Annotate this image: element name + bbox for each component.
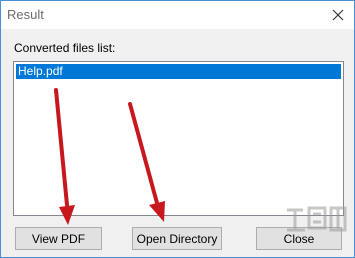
close-icon — [332, 9, 344, 21]
list-item[interactable]: Help.pdf — [16, 64, 341, 79]
close-button[interactable]: Close — [256, 227, 342, 250]
title-bar: Result — [1, 1, 354, 29]
open-directory-button[interactable]: Open Directory — [132, 227, 222, 250]
result-dialog: Result Converted files list: Help.pdf Vi… — [0, 0, 355, 258]
dialog-body: Converted files list: Help.pdf View PDF … — [1, 29, 354, 257]
converted-files-list[interactable]: Help.pdf — [13, 61, 344, 216]
view-pdf-button[interactable]: View PDF — [15, 227, 102, 250]
close-window-button[interactable] — [325, 3, 351, 27]
converted-files-label: Converted files list: — [14, 41, 116, 55]
window-title: Result — [7, 7, 44, 22]
